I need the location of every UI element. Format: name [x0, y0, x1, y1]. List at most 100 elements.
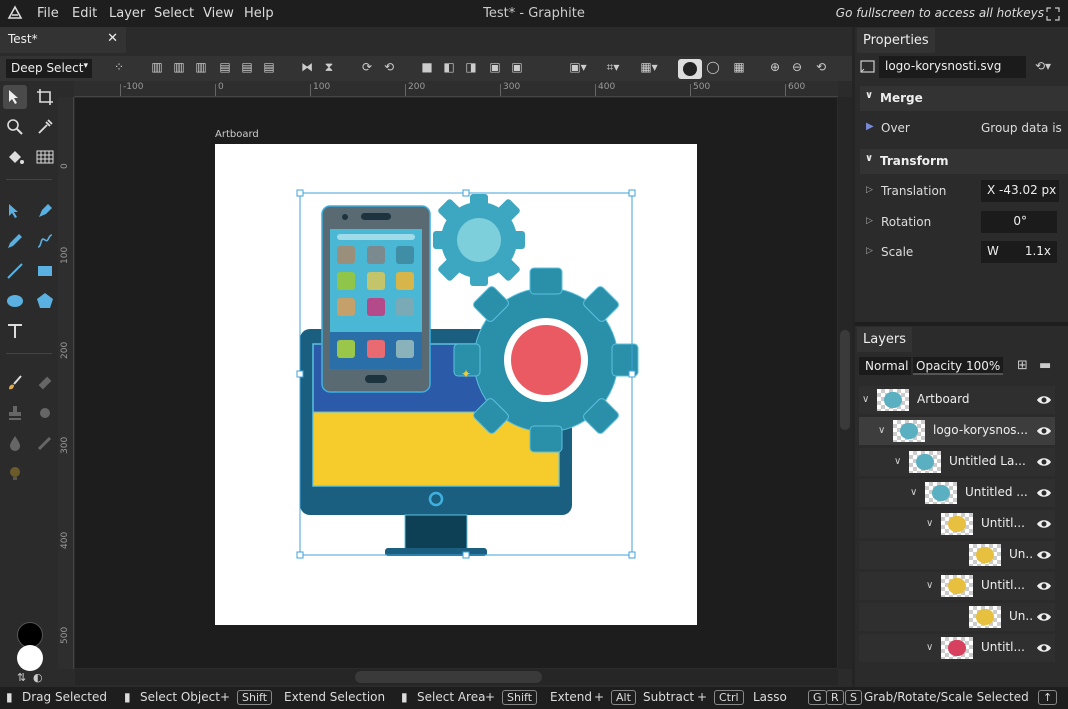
clone-tool[interactable]: [3, 401, 27, 425]
rotation-field[interactable]: 0°: [981, 211, 1057, 233]
expand-chevron-icon[interactable]: ∨: [862, 394, 869, 405]
snapping-icon[interactable]: ⌗▾: [600, 61, 626, 74]
crop-tool[interactable]: [33, 85, 57, 109]
expand-rotation-icon[interactable]: ▷: [866, 216, 873, 226]
visibility-eye-icon[interactable]: [1036, 641, 1052, 655]
secondary-color-swatch[interactable]: [17, 645, 43, 671]
visibility-eye-icon[interactable]: [1036, 424, 1052, 438]
align-right-icon[interactable]: ▥: [194, 61, 208, 74]
layer-row[interactable]: ∨ Untitled ...: [859, 479, 1055, 507]
relight-tool[interactable]: [33, 431, 57, 455]
render-mode-normal-button[interactable]: [678, 59, 702, 79]
visibility-eye-icon[interactable]: [1036, 579, 1052, 593]
boolean-union-icon[interactable]: ■: [420, 61, 434, 74]
polygon-tool[interactable]: [33, 289, 57, 313]
gradient-tool[interactable]: [33, 145, 57, 169]
transform-section-header[interactable]: ∨ Transform: [860, 149, 1068, 174]
flip-vertical-icon[interactable]: ⧗: [322, 61, 336, 74]
boolean-difference-icon[interactable]: ▣: [510, 61, 524, 74]
expand-chevron-icon[interactable]: ∨: [926, 518, 933, 529]
layer-row[interactable]: Un...: [859, 603, 1055, 631]
layer-row[interactable]: ∨ Artboard: [859, 386, 1055, 414]
artboard-label[interactable]: Artboard: [215, 129, 259, 140]
layer-row[interactable]: ∨ logo-korysnos...: [859, 417, 1055, 445]
select-mode-dropdown[interactable]: Deep Select ▾: [6, 59, 92, 78]
blend-mode-dropdown[interactable]: Normal: [859, 357, 911, 375]
pin-dropdown-icon[interactable]: ⟲▾: [1035, 59, 1051, 73]
zoom-in-icon[interactable]: ⊕: [768, 61, 782, 74]
select-tool[interactable]: [3, 85, 27, 109]
layer-row[interactable]: ∨ Untitl...: [859, 572, 1055, 600]
expand-chevron-icon[interactable]: ∨: [926, 580, 933, 591]
artwork[interactable]: ✦: [215, 144, 697, 625]
opacity-slider[interactable]: Opacity 100%: [913, 357, 1003, 375]
imaginate-tool[interactable]: [3, 461, 27, 485]
freehand-tool[interactable]: [3, 229, 27, 253]
zoom-tool[interactable]: [3, 115, 27, 139]
layer-row[interactable]: ∨ Untitl...: [859, 634, 1055, 662]
ellipse-tool[interactable]: [3, 289, 27, 313]
visibility-eye-icon[interactable]: [1036, 455, 1052, 469]
new-layer-icon[interactable]: ⊞: [1017, 358, 1028, 373]
new-folder-icon[interactable]: ▬: [1039, 358, 1051, 373]
merge-section-header[interactable]: ∨ Merge: [860, 86, 1068, 111]
panel-divider[interactable]: [855, 322, 1068, 326]
fullscreen-icon[interactable]: [1046, 7, 1060, 21]
expand-chevron-icon[interactable]: ∨: [894, 456, 901, 467]
blend-mode-label[interactable]: Over: [881, 121, 910, 135]
boolean-subtract-back-icon[interactable]: ◨: [464, 61, 478, 74]
zoom-reset-icon[interactable]: ⟲: [814, 61, 828, 74]
view-mode-icon[interactable]: ▣▾: [566, 61, 590, 74]
fill-tool[interactable]: [3, 145, 27, 169]
brush-tool[interactable]: [3, 371, 27, 395]
render-mode-outline-icon[interactable]: ◯: [706, 61, 720, 74]
expand-chevron-icon[interactable]: ∨: [910, 487, 917, 498]
expand-chevron-icon[interactable]: ∨: [926, 642, 933, 653]
close-tab-icon[interactable]: ✕: [107, 31, 118, 46]
line-tool[interactable]: [3, 259, 27, 283]
expand-chevron-icon[interactable]: ∨: [878, 425, 885, 436]
eyedropper-tool[interactable]: [33, 115, 57, 139]
visibility-eye-icon[interactable]: [1036, 548, 1052, 562]
scale-width-field[interactable]: W 1.1x: [981, 241, 1057, 263]
flip-horizontal-icon[interactable]: ⧓: [300, 61, 314, 74]
align-left-icon[interactable]: ▥: [150, 61, 164, 74]
layer-name-field[interactable]: logo-korysnosti.svg: [879, 56, 1026, 78]
visibility-eye-icon[interactable]: [1036, 486, 1052, 500]
layer-row[interactable]: ∨ Untitled La...: [859, 448, 1055, 476]
swap-colors-icon[interactable]: ⇅: [17, 671, 26, 684]
transform-icon[interactable]: ⟳: [360, 61, 374, 74]
expand-scale-icon[interactable]: ▷: [866, 246, 873, 256]
translation-x-field[interactable]: X -43.02 px: [981, 180, 1059, 202]
horizontal-scroll-thumb[interactable]: [355, 671, 542, 683]
visibility-eye-icon[interactable]: [1036, 393, 1052, 407]
vertical-scroll-thumb[interactable]: [840, 330, 850, 430]
tab-layers[interactable]: Layers: [857, 327, 913, 352]
spline-tool[interactable]: [33, 229, 57, 253]
align-bottom-icon[interactable]: ▤: [262, 61, 276, 74]
tab-properties[interactable]: Properties: [857, 28, 935, 53]
layer-row[interactable]: Un...: [859, 541, 1055, 569]
patch-tool[interactable]: [33, 401, 57, 425]
boolean-subtract-front-icon[interactable]: ◧: [442, 61, 456, 74]
expand-translation-icon[interactable]: ▷: [866, 185, 873, 195]
render-mode-pixel-icon[interactable]: ▦: [732, 61, 746, 74]
visibility-eye-icon[interactable]: [1036, 610, 1052, 624]
visibility-eye-icon[interactable]: [1036, 517, 1052, 531]
align-top-icon[interactable]: ▤: [218, 61, 232, 74]
reset-colors-icon[interactable]: ◐: [33, 671, 43, 684]
zoom-out-icon[interactable]: ⊖: [790, 61, 804, 74]
path-tool[interactable]: [3, 199, 27, 223]
boolean-intersect-icon[interactable]: ▣: [488, 61, 502, 74]
align-center-v-icon[interactable]: ▤: [240, 61, 254, 74]
pivot-icon[interactable]: ⁘: [112, 61, 126, 74]
grid-icon[interactable]: ▦▾: [636, 61, 662, 74]
align-center-h-icon[interactable]: ▥: [172, 61, 186, 74]
text-tool[interactable]: [3, 319, 27, 343]
heal-tool[interactable]: [33, 371, 57, 395]
document-tab[interactable]: Test* ✕: [0, 27, 126, 53]
transform-2-icon[interactable]: ⟲: [382, 61, 396, 74]
rectangle-tool[interactable]: [33, 259, 57, 283]
pen-tool[interactable]: [33, 199, 57, 223]
layer-row[interactable]: ∨ Untitl...: [859, 510, 1055, 538]
